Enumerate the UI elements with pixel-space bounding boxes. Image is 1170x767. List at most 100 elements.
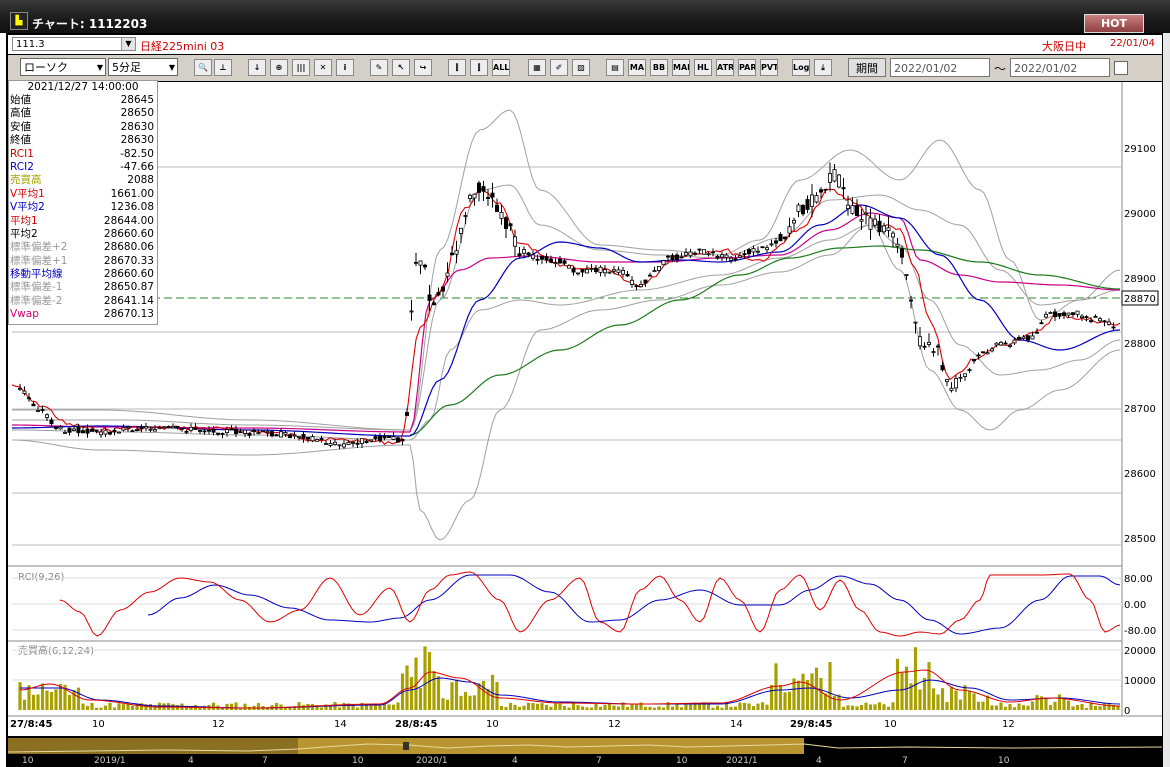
- para-button[interactable]: PARA: [738, 59, 756, 76]
- info-button[interactable]: i: [336, 59, 354, 76]
- price-tick-label: 28900: [1124, 274, 1156, 285]
- candle-body: [117, 431, 122, 434]
- volume-bar: [576, 705, 580, 710]
- candle-body: [1030, 335, 1035, 340]
- interval-value: 5分足: [112, 61, 141, 74]
- candle-body: [260, 429, 265, 432]
- bb-button[interactable]: BB: [650, 59, 668, 76]
- pen-button[interactable]: ✎: [370, 59, 388, 76]
- volume-tick-label: 20000: [1124, 646, 1156, 657]
- volume-bar: [549, 706, 553, 710]
- zoom-in-button[interactable]: ⊕: [270, 59, 288, 76]
- x-axis-label: 10: [884, 719, 897, 730]
- candle-body: [256, 432, 261, 435]
- info-value: 28680.06: [103, 241, 154, 254]
- candle-body: [747, 249, 752, 255]
- volume-bar: [1021, 705, 1026, 710]
- hl-button[interactable]: HL: [694, 59, 712, 76]
- volume-bar: [418, 688, 423, 710]
- candle-body: [774, 240, 779, 244]
- all-button[interactable]: ALL: [492, 59, 510, 76]
- info-row: 平均2 28660.60: [9, 228, 157, 241]
- chart-type-select[interactable]: ローソク ▼: [20, 58, 106, 76]
- crosshair-button[interactable]: ⊥: [214, 59, 232, 76]
- volume-bar: [846, 705, 850, 710]
- candle-body: [386, 436, 391, 438]
- ma-button[interactable]: MA: [628, 59, 646, 76]
- chart-area[interactable]: 29100 29000 28900 28800 28700 28600 28500 28870…: [8, 82, 1162, 744]
- gap-button[interactable]: ▤: [606, 59, 624, 76]
- volume-bar: [1026, 705, 1030, 710]
- info-row: 平均1 28644.00: [9, 215, 157, 228]
- candle-body: [544, 256, 549, 261]
- candle-body: [513, 236, 518, 247]
- volume-bar: [801, 673, 805, 710]
- candle-body: [323, 443, 328, 445]
- candle-body: [319, 438, 324, 440]
- interval-select[interactable]: 5分足 ▼: [108, 58, 178, 76]
- candle-body: [157, 427, 162, 430]
- zoom-button[interactable]: 🔍: [194, 59, 212, 76]
- candle-body: [963, 373, 968, 377]
- volume-bar: [922, 678, 927, 710]
- volume-bar: [1030, 701, 1035, 710]
- app-chart-icon: ▙: [10, 12, 28, 30]
- color-button[interactable]: ▨: [572, 59, 590, 76]
- current-date: 22/01/04: [1110, 38, 1155, 49]
- current-price-label: 28870: [1124, 294, 1156, 305]
- grid-button[interactable]: ▦: [528, 59, 546, 76]
- volume-bar: [630, 704, 634, 710]
- x-axis-label: 12: [212, 719, 225, 730]
- volume-bar: [486, 688, 490, 710]
- candle-body: [242, 429, 247, 434]
- volume-bar: [972, 693, 976, 710]
- candle-body: [31, 403, 36, 407]
- date-from-input[interactable]: 2022/01/02: [890, 58, 990, 77]
- option-checkbox[interactable]: [1114, 61, 1128, 75]
- candle-body: [99, 431, 104, 436]
- candle-body: [377, 435, 382, 442]
- info-row: 始値 28645: [9, 94, 157, 107]
- hot-button[interactable]: HOT: [1084, 14, 1144, 33]
- cursor-button[interactable]: ↖: [392, 59, 410, 76]
- candle-body: [499, 212, 504, 219]
- down-button[interactable]: ↓: [248, 59, 266, 76]
- chevron-down-icon[interactable]: ▼: [121, 38, 135, 50]
- volume-bar: [958, 699, 963, 710]
- bar-button[interactable]: |||: [292, 59, 310, 76]
- candle-body: [724, 254, 729, 258]
- volume-bar: [756, 703, 760, 710]
- candle-body: [1075, 310, 1080, 315]
- candle-body: [634, 285, 639, 288]
- volume-bar: [931, 688, 936, 710]
- pvt-button[interactable]: PVT: [760, 59, 778, 76]
- timeline-scroller[interactable]: 10 2019/1 4 7 10 2020/1 4 7 10 2021/1 4 7 10: [7, 736, 1163, 766]
- candle2-button[interactable]: ⫿: [470, 59, 488, 76]
- hook-button[interactable]: ↪: [414, 59, 432, 76]
- save-button[interactable]: ⤓: [814, 59, 832, 76]
- cross-button[interactable]: ✕: [314, 59, 332, 76]
- period-button[interactable]: 期間: [848, 58, 886, 77]
- volume-bar: [1116, 706, 1120, 710]
- mae-button[interactable]: MAE: [672, 59, 690, 76]
- candle-body: [431, 302, 436, 306]
- timeline-label: 7: [262, 756, 268, 764]
- candle-body: [778, 233, 783, 242]
- info-row: 標準偏差-2 28641.14: [9, 295, 157, 308]
- volume-bar: [337, 707, 342, 710]
- candle-body: [1017, 336, 1022, 340]
- info-label: 標準偏差-2: [10, 294, 63, 307]
- volume-bar: [864, 702, 868, 710]
- candle1-button[interactable]: ⫿: [448, 59, 466, 76]
- volume-bar: [981, 701, 985, 710]
- brush-button[interactable]: ✐: [550, 59, 568, 76]
- candle-body: [1057, 313, 1062, 317]
- log-button[interactable]: Log: [792, 59, 810, 76]
- candle-body: [882, 225, 887, 233]
- atr-button[interactable]: ATR: [716, 59, 734, 76]
- candle-body: [332, 441, 337, 446]
- candle-body: [1093, 315, 1098, 318]
- date-to-input[interactable]: 2022/01/02: [1010, 58, 1110, 77]
- candle-body: [999, 341, 1004, 346]
- code-select[interactable]: 111.3 ▼: [12, 37, 136, 51]
